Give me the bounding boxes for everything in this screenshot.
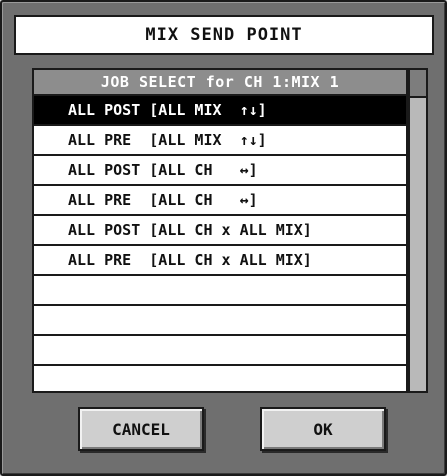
job-select-list: JOB SELECT for CH 1:MIX 1 ALL POST [ALL … — [32, 68, 428, 393]
list-item-empty — [34, 336, 406, 366]
job-item-all-post-all-mix[interactable]: ALL POST [ALL MIX ↑↓] — [34, 96, 406, 126]
list-item-empty — [34, 276, 406, 306]
list-header: JOB SELECT for CH 1:MIX 1 — [34, 70, 406, 96]
cancel-button[interactable]: CANCEL — [78, 407, 204, 451]
job-item-all-pre-all-ch[interactable]: ALL PRE [ALL CH ↔] — [34, 186, 406, 216]
job-item-all-post-ch-x-mix[interactable]: ALL POST [ALL CH x ALL MIX] — [34, 216, 406, 246]
dialog-title: MIX SEND POINT — [14, 15, 434, 55]
ok-button[interactable]: OK — [260, 407, 386, 451]
list-scrollbar[interactable] — [408, 70, 426, 391]
job-item-all-pre-all-mix[interactable]: ALL PRE [ALL MIX ↑↓] — [34, 126, 406, 156]
job-item-all-pre-ch-x-mix[interactable]: ALL PRE [ALL CH x ALL MIX] — [34, 246, 406, 276]
job-item-all-post-all-ch[interactable]: ALL POST [ALL CH ↔] — [34, 156, 406, 186]
mix-send-point-dialog: MIX SEND POINT JOB SELECT for CH 1:MIX 1… — [0, 0, 447, 476]
scrollbar-thumb[interactable] — [410, 70, 426, 98]
list-item-empty — [34, 306, 406, 336]
job-list-body: JOB SELECT for CH 1:MIX 1 ALL POST [ALL … — [34, 70, 406, 391]
